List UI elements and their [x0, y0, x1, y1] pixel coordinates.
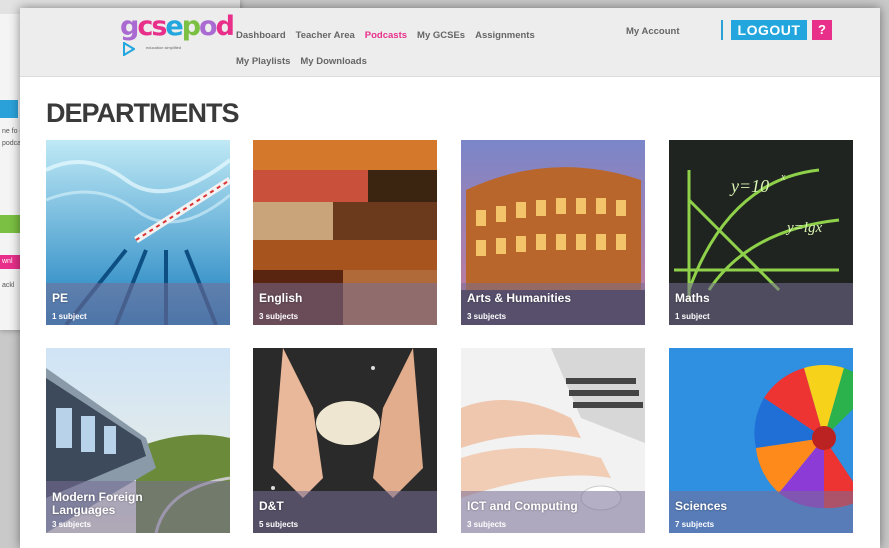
main-nav: Dashboard Teacher Area Podcasts My GCSEs Ass… — [236, 25, 581, 77]
background-chip-blue — [0, 100, 18, 118]
nav-teacher-area[interactable]: Teacher Area — [296, 30, 355, 41]
header-divider — [721, 20, 723, 40]
department-count: 3 subjects — [467, 312, 507, 321]
nav-my-gcses[interactable]: My GCSEs — [417, 30, 465, 41]
department-count: 1 subject — [675, 312, 710, 321]
page-title: DEPARTMENTS — [46, 98, 240, 128]
background-chip-green — [0, 215, 22, 233]
background-snippet: wnl — [2, 258, 13, 265]
department-tile-sciences[interactable]: Sciences 7 subjects — [669, 348, 853, 533]
department-tile-modern-foreign-languages[interactable]: Modern Foreign Languages 3 subjects — [46, 348, 230, 533]
nav-podcasts[interactable]: Podcasts — [365, 30, 407, 41]
department-name: Sciences — [675, 499, 728, 513]
department-count: 1 subject — [52, 312, 87, 321]
logout-button[interactable]: LOGOUT — [731, 20, 807, 40]
background-snippet: ackl — [2, 282, 15, 289]
department-name: D&T — [259, 499, 284, 513]
department-name: English — [259, 291, 303, 305]
nav-assignments[interactable]: Assignments — [475, 30, 535, 41]
department-count: 3 subjects — [259, 312, 299, 321]
department-name: Maths — [675, 291, 710, 305]
department-name: Modern Foreign Languages — [52, 490, 143, 517]
formula-y-lgx: y=lgx — [785, 220, 822, 236]
logo-tagline: education simplified — [146, 45, 182, 50]
gcsepod-logo[interactable]: gcsepod education simplified — [120, 11, 235, 57]
department-count: 3 subjects — [467, 520, 507, 529]
nav-dashboard[interactable]: Dashboard — [236, 30, 286, 41]
department-tile-dt[interactable]: D&T 5 subjects — [253, 348, 437, 533]
department-count: 5 subjects — [259, 520, 299, 529]
main-window: gcsepod education simplified Dashboard Te… — [20, 8, 880, 548]
nav-my-downloads[interactable]: My Downloads — [300, 56, 367, 67]
department-tile-arts-humanities[interactable]: Arts & Humanities 3 subjects — [461, 140, 645, 325]
department-name: Arts & Humanities — [467, 291, 572, 305]
nav-my-playlists[interactable]: My Playlists — [236, 56, 290, 67]
formula-y-10x: y=10 — [729, 176, 769, 196]
department-count: 7 subjects — [675, 520, 715, 529]
site-header: gcsepod education simplified Dashboard Te… — [20, 8, 880, 77]
department-tile-english[interactable]: English 3 subjects — [253, 140, 437, 325]
department-tile-pe[interactable]: PE 1 subject — [46, 140, 230, 325]
department-count: 3 subjects — [52, 520, 92, 529]
department-tile-maths[interactable]: y=10 x y=lgx Maths 1 subject — [669, 140, 853, 325]
my-account-link[interactable]: My Account — [626, 26, 679, 37]
logo-wordmark: gcsepod — [120, 11, 235, 73]
department-name: PE — [52, 291, 69, 305]
formula-exponent: x — [780, 172, 786, 183]
play-icon — [123, 41, 136, 57]
department-tile-ict-computing[interactable]: ICT and Computing 3 subjects — [461, 348, 645, 533]
background-snippet: podca — [2, 140, 22, 147]
department-name: ICT and Computing — [467, 499, 578, 513]
help-button[interactable]: ? — [812, 20, 832, 40]
